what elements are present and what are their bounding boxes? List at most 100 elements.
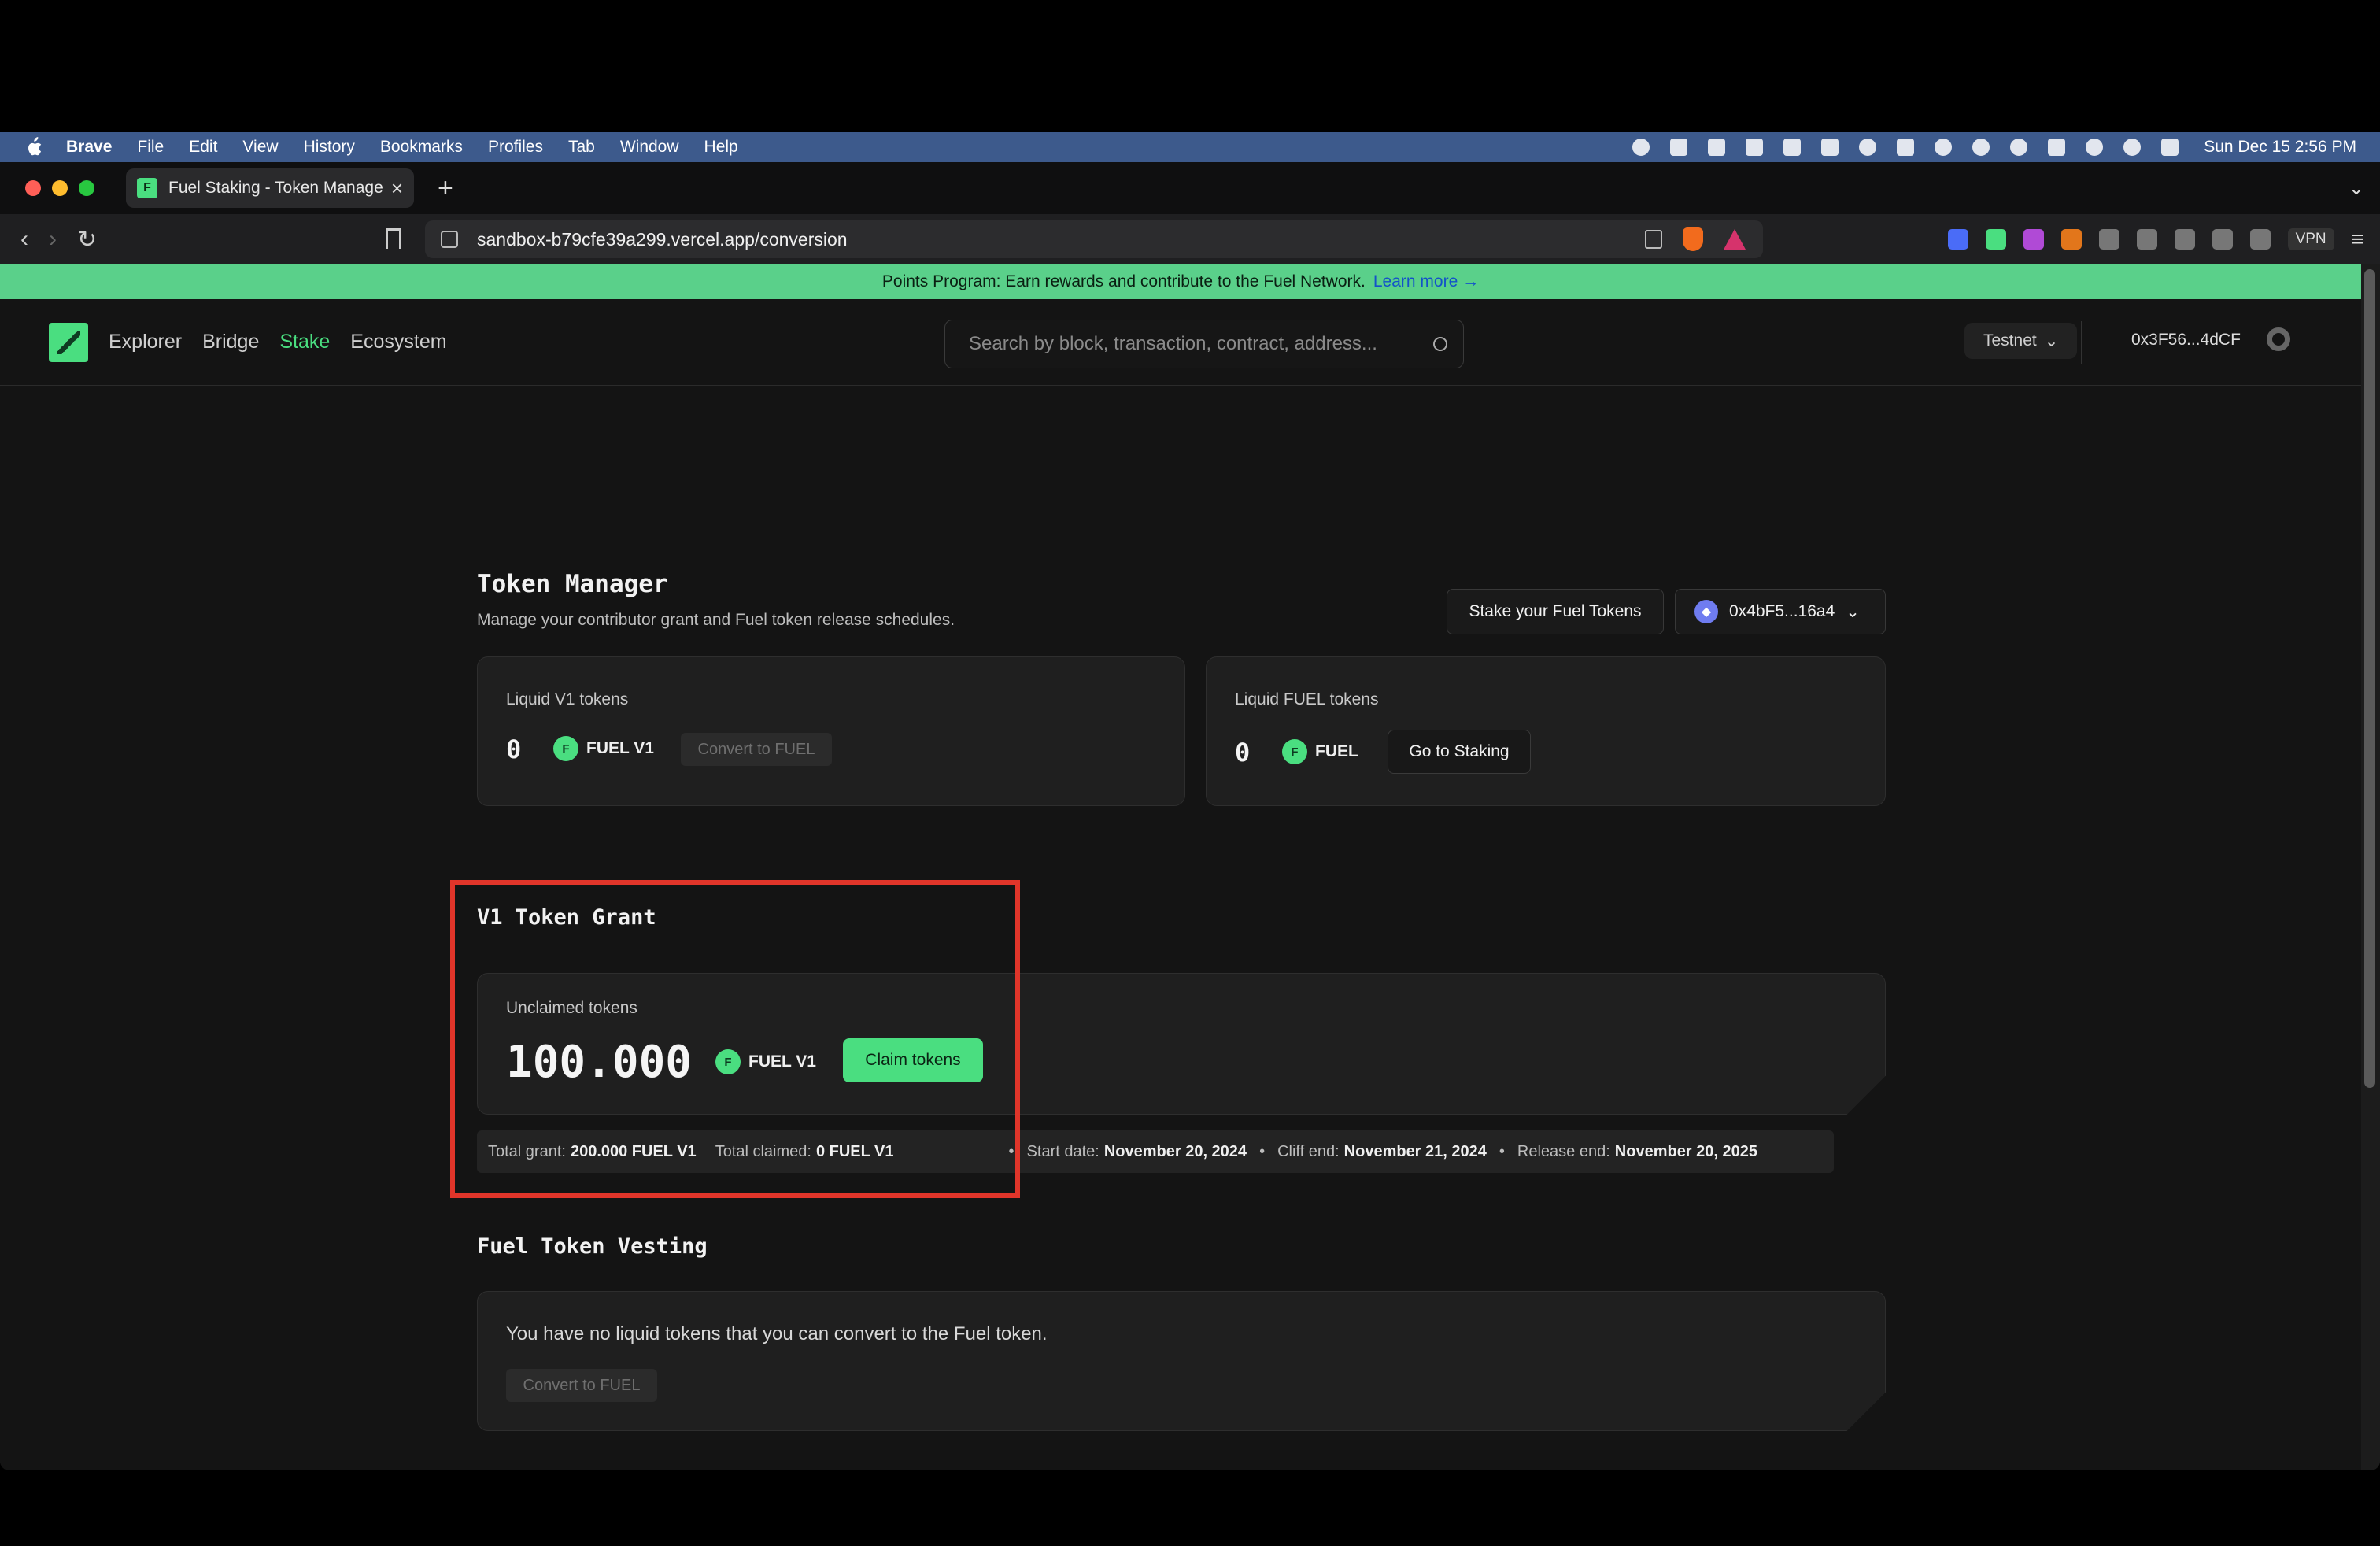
wallet-icon[interactable] [2212,229,2233,250]
vesting-section-title: Fuel Token Vesting [477,1234,708,1259]
back-icon[interactable]: ‹ [20,226,28,253]
ethereum-icon: ◆ [1694,600,1718,623]
minimize-window-icon[interactable] [52,180,68,196]
go-to-staking-button[interactable]: Go to Staking [1388,730,1531,774]
page-scrollbar[interactable] [2361,264,2380,1470]
menu-view[interactable]: View [242,138,278,157]
menu-edit[interactable]: Edit [189,138,217,157]
extension-3-icon[interactable] [2023,229,2044,250]
menu-clock[interactable]: Sun Dec 15 2:56 PM [2204,138,2356,157]
liquid-v1-amount: 0 [506,734,522,764]
extension-1-icon[interactable] [1947,229,1968,250]
url-text[interactable]: sandbox-b79cfe39a299.vercel.app/conversi… [477,229,1645,250]
stake-fuel-tokens-button[interactable]: Stake your Fuel Tokens [1447,589,1664,634]
menu-tab[interactable]: Tab [568,138,595,157]
close-window-icon[interactable] [25,180,41,196]
browser-menu-icon[interactable]: ≡ [2352,227,2364,252]
menu-window[interactable]: Window [620,138,679,157]
share-icon[interactable] [1645,230,1662,249]
search-icon[interactable] [1433,337,1447,351]
search-placeholder: Search by block, transaction, contract, … [969,333,1377,354]
spotlight-search-icon[interactable] [2123,139,2142,156]
tab-close-icon[interactable]: × [391,176,403,201]
leo-ai-icon[interactable] [2249,229,2271,250]
separator-dot: • [1499,1142,1505,1160]
scrollbar-thumb[interactable] [2364,269,2375,1088]
new-tab-icon[interactable]: + [438,173,453,204]
brave-shields-icon[interactable] [1683,227,1703,251]
web-page: Points Program: Earn rewards and contrib… [0,264,2361,1470]
weather-icon[interactable] [1708,139,1726,156]
moon-icon[interactable] [1935,139,1953,156]
extensions-puzzle-icon[interactable] [2098,229,2119,250]
release-end-label: Release end: [1517,1142,1610,1160]
site-header: Explorer Bridge Stake Ecosystem Search b… [0,299,2361,386]
fuel-logo-icon[interactable] [49,322,88,362]
points-banner: Points Program: Earn rewards and contrib… [0,264,2361,299]
network-selector[interactable]: Testnet ⌄ [1964,323,2078,359]
separator-dot: • [1259,1142,1266,1160]
menu-app-name[interactable]: Brave [66,138,112,157]
user-icon[interactable] [2010,139,2028,156]
battery-icon[interactable] [2048,139,2066,156]
gear-icon[interactable] [2267,327,2290,351]
nav-bridge[interactable]: Bridge [202,331,259,353]
brave-rewards-icon[interactable] [1724,229,1746,250]
media-icon[interactable] [2136,229,2157,250]
menu-profiles[interactable]: Profiles [488,138,543,157]
start-date-value: November 20, 2024 [1103,1142,1247,1160]
play-icon[interactable] [1972,139,1990,156]
liquid-fuel-token: F FUEL [1282,739,1358,764]
bird-icon[interactable] [1821,139,1839,156]
chat-icon[interactable] [1670,139,1688,156]
main-nav: Explorer Bridge Stake Ecosystem [109,331,447,353]
convert-to-fuel-button[interactable]: Convert to FUEL [681,733,832,766]
release-end-value: November 20, 2025 [1614,1142,1758,1160]
menu-history[interactable]: History [304,138,355,157]
grid-icon[interactable] [1746,139,1764,156]
tab-title: Fuel Staking - Token Manage [168,179,383,197]
notion-icon[interactable] [1783,139,1802,156]
nav-stake[interactable]: Stake [279,331,330,353]
wallet-address: 0x4bF5...16a4 [1729,602,1835,620]
tab-list-chevron-icon[interactable]: ⌄ [2349,177,2364,200]
keyboard-input-icon[interactable] [1897,139,1915,156]
reload-icon[interactable]: ↻ [77,226,97,253]
page-title: Token Manager [477,570,668,598]
screen: Brave File Edit View History Bookmarks P… [0,0,2380,1546]
liquid-fuel-token-name: FUEL [1315,742,1358,760]
wifi-icon[interactable] [2086,139,2104,156]
wallet-selector-button[interactable]: ◆ 0x4bF5...16a4 ⌄ [1675,589,1886,634]
liquid-v1-card: Liquid V1 tokens 0 F FUEL V1 Convert to … [477,656,1185,806]
control-center-icon[interactable] [2161,139,2179,156]
chevron-down-icon: ⌄ [2044,331,2059,350]
vesting-convert-button[interactable]: Convert to FUEL [506,1369,657,1402]
vpn-button[interactable]: VPN [2287,228,2334,250]
sync-icon[interactable] [1859,139,1877,156]
vesting-message: You have no liquid tokens that you can c… [506,1323,1048,1344]
zoom-window-icon[interactable] [79,180,94,196]
account-address[interactable]: 0x3F56...4dCF [2131,331,2241,350]
search-input[interactable]: Search by block, transaction, contract, … [944,320,1464,368]
menu-file[interactable]: File [137,138,164,157]
menu-bookmarks[interactable]: Bookmarks [380,138,463,157]
nav-explorer[interactable]: Explorer [109,331,182,353]
browser-tab[interactable]: F Fuel Staking - Token Manage × [126,168,414,208]
window-controls [25,180,94,196]
site-settings-icon[interactable] [441,231,458,248]
browser-toolbar: ‹ › ↻ sandbox-b79cfe39a299.vercel.app/co… [0,214,2380,264]
highlight-box [450,880,1020,1198]
metamask-icon[interactable] [2060,229,2082,250]
fuel-wallet-extension-icon[interactable] [1985,229,2006,250]
menu-help[interactable]: Help [704,138,738,157]
fuel-token-icon: F [553,736,578,761]
network-label: Testnet [1983,331,2037,350]
learn-more-link[interactable]: Learn more → [1373,272,1479,291]
record-icon[interactable] [1632,139,1650,156]
forward-icon[interactable]: › [49,226,57,253]
bookmark-icon[interactable] [386,228,401,249]
address-bar[interactable]: sandbox-b79cfe39a299.vercel.app/conversi… [425,220,1763,258]
sidebar-icon[interactable] [2174,229,2195,250]
apple-icon[interactable] [24,137,44,157]
nav-ecosystem[interactable]: Ecosystem [350,331,446,353]
